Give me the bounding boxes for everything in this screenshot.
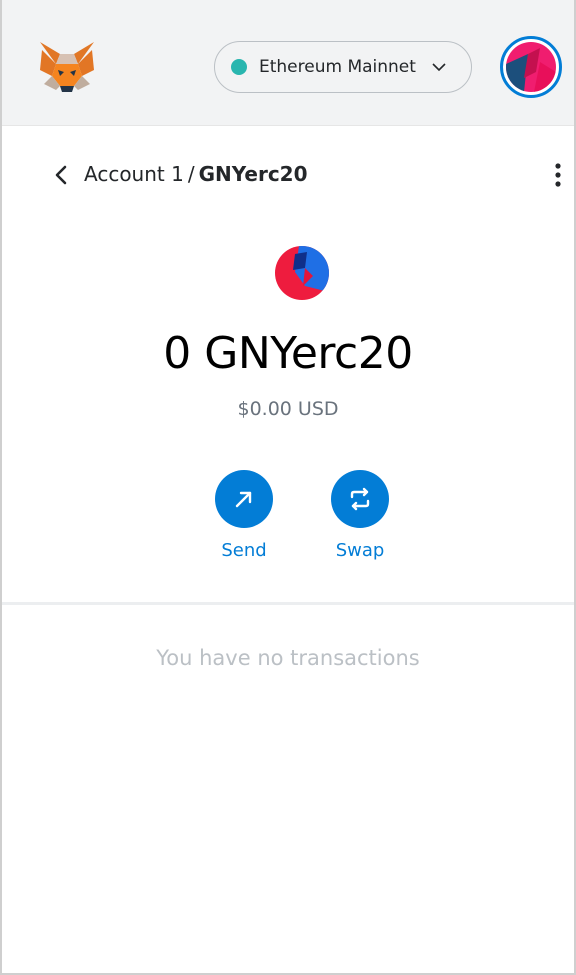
token-balance: 0 GNYerc20: [163, 328, 413, 379]
breadcrumb-row: Account 1/GNYerc20: [2, 150, 574, 200]
breadcrumb-separator: /: [187, 162, 195, 186]
section-divider: [2, 602, 574, 605]
chevron-left-icon[interactable]: [50, 162, 72, 188]
kebab-menu-icon[interactable]: [548, 160, 568, 190]
swap-button[interactable]: Swap: [320, 470, 400, 561]
wallet-window: Ethereum Mainnet Account 1/GNYerc20 0 GN…: [0, 0, 576, 975]
network-selector[interactable]: Ethereum Mainnet: [214, 41, 472, 93]
chevron-down-icon: [432, 63, 446, 72]
send-button-circle[interactable]: [215, 470, 273, 528]
app-header: Ethereum Mainnet: [2, 0, 574, 126]
account-avatar[interactable]: [500, 36, 562, 98]
breadcrumb-account[interactable]: Account 1: [84, 162, 184, 186]
breadcrumb: Account 1/GNYerc20: [84, 162, 308, 186]
swap-button-circle[interactable]: [331, 470, 389, 528]
breadcrumb-token: GNYerc20: [198, 162, 308, 186]
fiat-balance: $0.00 USD: [237, 398, 339, 420]
send-button[interactable]: Send: [204, 470, 284, 561]
fox-logo-icon[interactable]: [38, 40, 96, 94]
no-transactions-message: You have no transactions: [156, 646, 420, 670]
arrow-up-right-icon: [235, 491, 252, 508]
token-identicon: [275, 246, 329, 300]
swap-arrows-icon: [350, 487, 370, 511]
send-label: Send: [221, 540, 267, 561]
network-label: Ethereum Mainnet: [259, 57, 416, 77]
account-identicon: [506, 42, 556, 92]
swap-label: Swap: [335, 540, 385, 561]
network-status-dot: [231, 59, 247, 75]
